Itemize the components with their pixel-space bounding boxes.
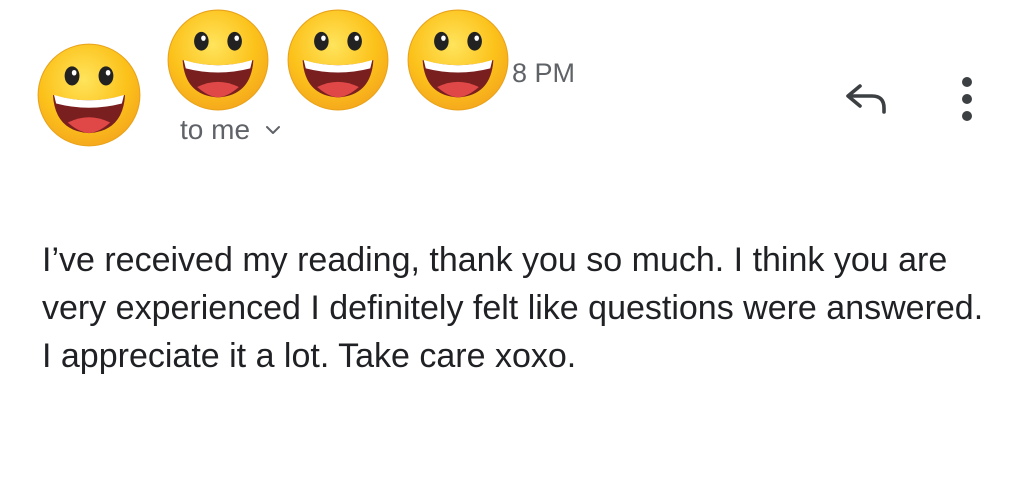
redaction-emoji-2 [287, 9, 389, 111]
recipient-toggle[interactable]: to me [180, 114, 282, 146]
redaction-emoji-3 [407, 9, 509, 111]
chevron-down-icon [266, 126, 281, 134]
sender-avatar-emoji[interactable] [36, 42, 142, 148]
message-header: r d 8 PM to me [0, 0, 1024, 170]
redaction-emoji-1 [167, 9, 269, 111]
message-time: 8 PM [512, 58, 576, 88]
reply-arrow-icon[interactable] [842, 78, 892, 118]
more-vert-icon[interactable] [955, 74, 979, 124]
message-body: I’ve received my reading, thank you so m… [42, 241, 984, 375]
recipient-label: to me [180, 114, 251, 145]
